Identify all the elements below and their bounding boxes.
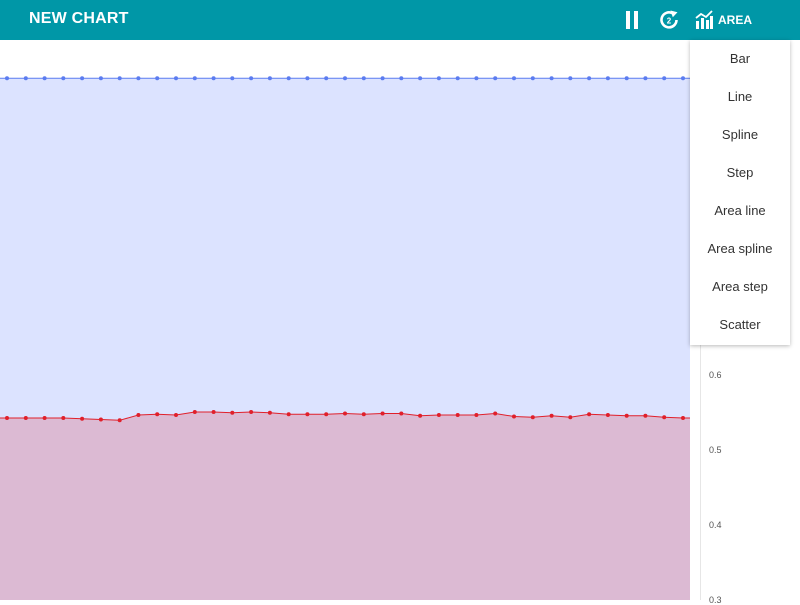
series-2-point: [568, 415, 573, 420]
series-2-point: [42, 416, 47, 420]
series-2-point: [286, 412, 291, 417]
series-2-point: [681, 416, 685, 420]
series-1-point: [230, 76, 235, 81]
series-1-point: [42, 76, 47, 81]
series-1-point: [605, 76, 610, 81]
series-1-point: [267, 76, 272, 81]
series-1-point: [399, 76, 404, 81]
series-2-point: [455, 413, 460, 417]
series-1-point: [343, 76, 347, 81]
series-1-point: [474, 76, 479, 81]
series-2-point: [587, 412, 592, 417]
series-2-point: [436, 413, 441, 417]
series-1-point: [211, 76, 216, 81]
series-2-point: [305, 412, 310, 417]
series-2-point: [61, 416, 66, 420]
series-2-point: [361, 412, 366, 417]
menu-item-spline[interactable]: Spline: [690, 116, 790, 154]
series-2-point: [136, 413, 141, 417]
series-2-point: [343, 411, 347, 416]
series-1-point: [681, 76, 685, 81]
series-1-point: [361, 76, 366, 81]
series-2-point: [643, 413, 648, 418]
menu-item-step[interactable]: Step: [690, 154, 790, 192]
chart-type-label: AREA: [718, 13, 753, 27]
y-tick-label: 0.6: [709, 370, 722, 380]
menu-item-area-spline[interactable]: Area spline: [690, 230, 790, 268]
series-2-point: [174, 413, 178, 417]
series-2-point: [530, 415, 535, 420]
menu-item-bar[interactable]: Bar: [690, 40, 790, 78]
series-1-point: [174, 76, 178, 81]
series-2-area: [0, 412, 690, 600]
series-1-point: [530, 76, 535, 81]
series-1-point: [455, 76, 460, 81]
series-1-point: [380, 76, 385, 81]
series-2-point: [474, 413, 479, 417]
series-1-point: [324, 76, 329, 81]
series-1-point: [155, 76, 160, 81]
series-1-point: [192, 76, 197, 81]
y-tick-label: 0.5: [709, 445, 722, 455]
pause-icon: [626, 11, 638, 29]
series-2-point: [211, 410, 216, 414]
series-2-point: [399, 411, 404, 416]
series-1-point: [61, 76, 66, 81]
series-2-point: [662, 415, 667, 420]
pause-button[interactable]: [624, 0, 646, 40]
menu-item-area-step[interactable]: Area step: [690, 268, 790, 306]
series-2-point: [549, 413, 554, 418]
series-2-point: [117, 418, 122, 423]
series-1-point: [418, 76, 423, 81]
series-2-point: [23, 416, 28, 420]
series-1-point: [98, 76, 103, 81]
series-1-point: [286, 76, 291, 81]
series-2-point: [80, 416, 85, 421]
series-2-point: [624, 413, 629, 418]
series-2-point: [249, 410, 254, 414]
svg-text:2: 2: [667, 17, 672, 26]
series-2-point: [605, 413, 610, 417]
bar-chart-icon: [695, 10, 713, 29]
series-1-point: [117, 76, 122, 81]
series-2-point: [155, 412, 160, 417]
series-2-point: [267, 410, 272, 415]
page-title: NEW CHART: [29, 10, 129, 27]
series-1-point: [249, 76, 254, 81]
series-2-point: [230, 410, 235, 415]
series-1-point: [549, 76, 554, 81]
series-1-point: [23, 76, 28, 81]
series-2-point: [324, 412, 329, 417]
menu-item-scatter[interactable]: Scatter: [690, 306, 790, 344]
series-1-point: [80, 76, 85, 81]
series-2-point: [98, 417, 103, 422]
y-tick-label: 0.4: [709, 520, 722, 530]
menu-item-area-line[interactable]: Area line: [690, 192, 790, 230]
series-1-point: [587, 76, 592, 81]
series-1-point: [493, 76, 498, 81]
y-tick-label: 0.3: [709, 595, 722, 605]
series-2-point: [493, 411, 498, 416]
series-2-point: [512, 414, 516, 419]
area-chart: [0, 76, 690, 600]
series-1-point: [305, 76, 310, 81]
top-app-bar: NEW CHART 2 AREA: [0, 0, 800, 40]
refresh-icon: 2: [660, 10, 678, 29]
series-1-point: [436, 76, 441, 81]
chart-type-button[interactable]: AREA: [694, 0, 774, 40]
series-2-point: [418, 413, 423, 418]
series-2-point: [5, 416, 9, 420]
chart-type-menu: Bar Line Spline Step Area line Area spli…: [690, 40, 790, 345]
series-1-point: [136, 76, 141, 81]
series-1-point: [5, 76, 9, 81]
menu-item-line[interactable]: Line: [690, 78, 790, 116]
series-2-point: [380, 411, 385, 416]
series-2-point: [192, 410, 197, 414]
series-1-point: [568, 76, 573, 81]
series-1-point: [512, 76, 516, 81]
series-1-point: [624, 76, 629, 81]
refresh-button[interactable]: 2: [658, 0, 682, 40]
series-1-point: [662, 76, 667, 81]
series-1-point: [643, 76, 648, 81]
